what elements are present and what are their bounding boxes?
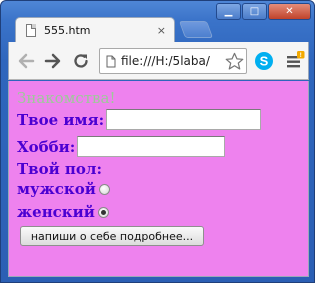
female-radio[interactable] (97, 206, 109, 218)
browser-window: ▁ □ ✕ 555.htm × file:///H:/5laba/ S ! Зн… (0, 0, 315, 283)
forward-button[interactable] (42, 51, 64, 71)
page-heading: Знакомства! (17, 89, 116, 107)
female-option[interactable]: женский (17, 203, 109, 221)
name-input[interactable] (106, 109, 262, 130)
reload-button[interactable] (70, 51, 92, 71)
page-icon (26, 23, 36, 37)
svg-text:S: S (260, 54, 269, 69)
maximize-button[interactable]: □ (242, 3, 267, 20)
hobby-label: Хобби: (17, 137, 76, 156)
url-text: file:///H:/5laba/ (121, 54, 210, 68)
gender-label: Твой пол: (17, 160, 103, 178)
forward-arrow-icon (44, 53, 61, 69)
tab-close-button[interactable]: × (157, 24, 166, 37)
star-icon[interactable] (225, 52, 244, 71)
minimize-icon: ▁ (224, 5, 233, 17)
male-label: мужской (17, 180, 96, 198)
page-icon (106, 55, 116, 67)
address-bar[interactable]: file:///H:/5laba/ (99, 48, 247, 74)
gender-row: Твой пол: (17, 160, 102, 178)
tab-title: 555.htm (44, 23, 91, 37)
back-arrow-icon (18, 53, 35, 69)
female-label: женский (17, 203, 95, 221)
close-window-button[interactable]: ✕ (268, 3, 311, 20)
minimize-button[interactable]: ▁ (216, 3, 241, 20)
window-controls: ▁ □ ✕ (216, 3, 311, 20)
back-button[interactable] (15, 51, 37, 71)
male-radio[interactable] (98, 183, 110, 195)
reload-icon (74, 54, 88, 68)
browser-toolbar: file:///H:/5laba/ S ! (8, 42, 309, 80)
name-label: Твое имя: (17, 110, 105, 129)
close-icon: ✕ (285, 5, 294, 17)
new-tab-button[interactable] (178, 21, 214, 38)
more-about-yourself-button[interactable]: напиши о себе подробнее... (20, 226, 204, 246)
page-content: Знакомства! Твое имя: Хобби: Твой пол: м… (8, 81, 309, 277)
hobby-row: Хобби: (17, 136, 226, 157)
browser-tab[interactable]: 555.htm × (15, 17, 175, 42)
name-row: Твое имя: (17, 109, 262, 130)
male-option[interactable]: мужской (17, 180, 110, 198)
hobby-input[interactable] (77, 136, 226, 157)
skype-icon[interactable]: S (254, 51, 274, 71)
maximize-icon: □ (249, 5, 260, 17)
svg-text:!: ! (300, 52, 302, 59)
menu-icon[interactable]: ! (285, 51, 305, 71)
